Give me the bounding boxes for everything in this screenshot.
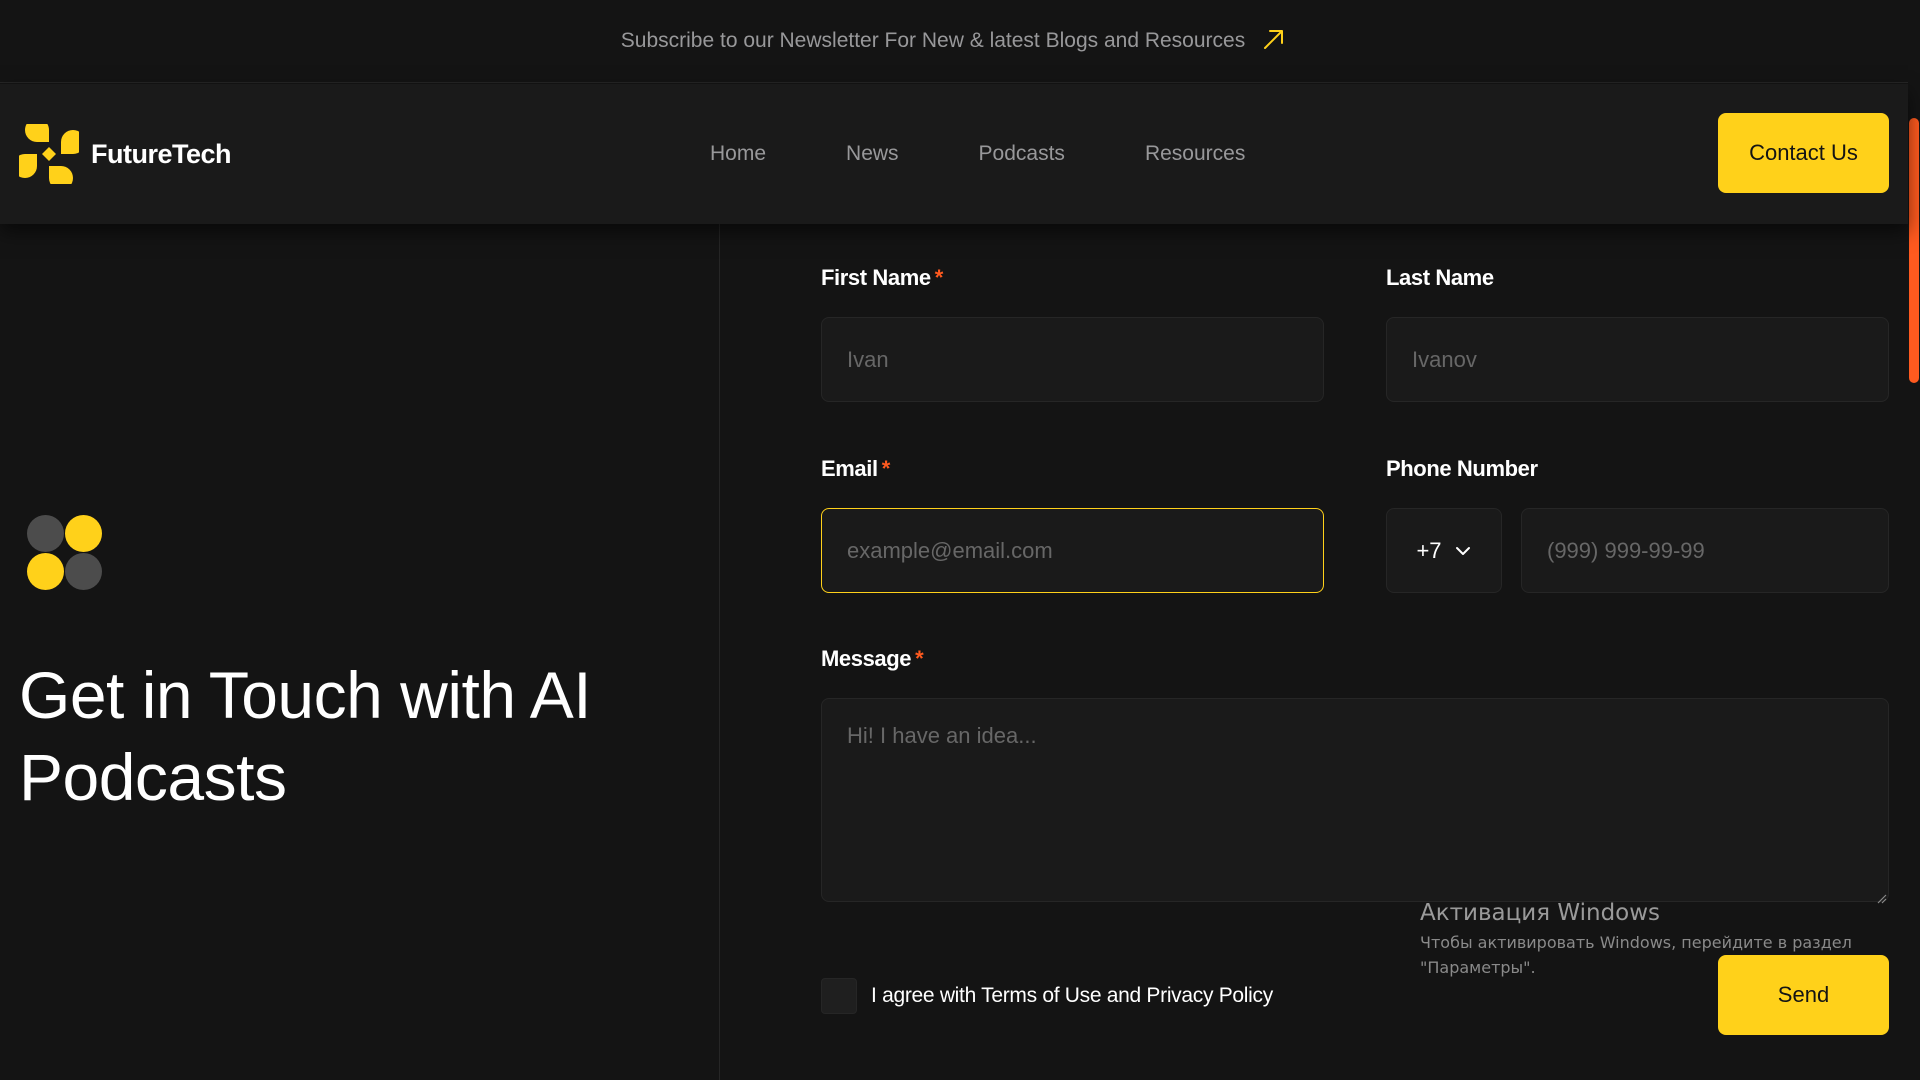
message-label-text: Message — [821, 646, 912, 671]
email-input[interactable] — [821, 508, 1324, 593]
country-code-select[interactable]: +7 — [1386, 508, 1502, 593]
send-button[interactable]: Send — [1718, 955, 1889, 1035]
dot-top-right — [65, 515, 102, 552]
email-label-text: Email — [821, 456, 878, 481]
nav-link-podcasts[interactable]: Podcasts — [939, 142, 1105, 166]
logo-mark-icon — [19, 124, 79, 184]
contact-form: First Name* Last Name Email* Phone Numbe… — [821, 224, 1889, 1080]
page-title: Get in Touch with AI Podcasts — [19, 658, 592, 814]
phone-input[interactable] — [1521, 508, 1889, 593]
message-label: Message * — [821, 646, 924, 672]
last-name-label-text: Last Name — [1386, 265, 1494, 290]
dot-bottom-left — [27, 553, 64, 590]
required-marker: * — [881, 456, 891, 481]
main-nav: Home News Podcasts Resources — [710, 84, 1285, 224]
chevron-down-icon — [1454, 542, 1472, 560]
resize-handle-icon[interactable] — [1877, 891, 1887, 904]
email-label: Email * — [821, 456, 890, 482]
nav-link-news[interactable]: News — [806, 142, 939, 166]
first-name-input[interactable] — [821, 317, 1324, 402]
last-name-label: Last Name — [1386, 265, 1494, 291]
required-marker: * — [915, 646, 924, 671]
terms-label[interactable]: I agree with Terms of Use and Privacy Po… — [871, 984, 1273, 1008]
dot-top-left — [27, 515, 64, 552]
nav-link-resources[interactable]: Resources — [1105, 142, 1285, 166]
country-code-value: +7 — [1416, 537, 1442, 563]
dot-bottom-right — [65, 553, 102, 590]
decorative-dots-icon — [27, 515, 103, 591]
first-name-label: First Name * — [821, 265, 943, 291]
newsletter-banner[interactable]: Subscribe to our Newsletter For New & la… — [0, 0, 1908, 83]
nav-link-home[interactable]: Home — [710, 142, 806, 166]
brand-logo[interactable]: FutureTech — [19, 124, 232, 184]
terms-agreement: I agree with Terms of Use and Privacy Po… — [821, 978, 1273, 1014]
banner-text[interactable]: Subscribe to our Newsletter For New & la… — [621, 29, 1245, 53]
phone-label: Phone Number — [1386, 456, 1538, 482]
contact-us-button[interactable]: Contact Us — [1718, 113, 1889, 193]
last-name-input[interactable] — [1386, 317, 1889, 402]
message-textarea[interactable] — [821, 698, 1889, 902]
hero-panel: Get in Touch with AI Podcasts — [0, 224, 720, 1080]
phone-label-text: Phone Number — [1386, 456, 1538, 481]
terms-checkbox[interactable] — [821, 978, 857, 1014]
required-marker: * — [934, 265, 944, 290]
page-scrollbar-thumb[interactable] — [1909, 118, 1919, 383]
site-header: FutureTech Home News Podcasts Resources … — [0, 84, 1908, 224]
arrow-up-right-icon[interactable] — [1261, 26, 1287, 57]
brand-name: FutureTech — [91, 138, 232, 169]
first-name-label-text: First Name — [821, 265, 931, 290]
